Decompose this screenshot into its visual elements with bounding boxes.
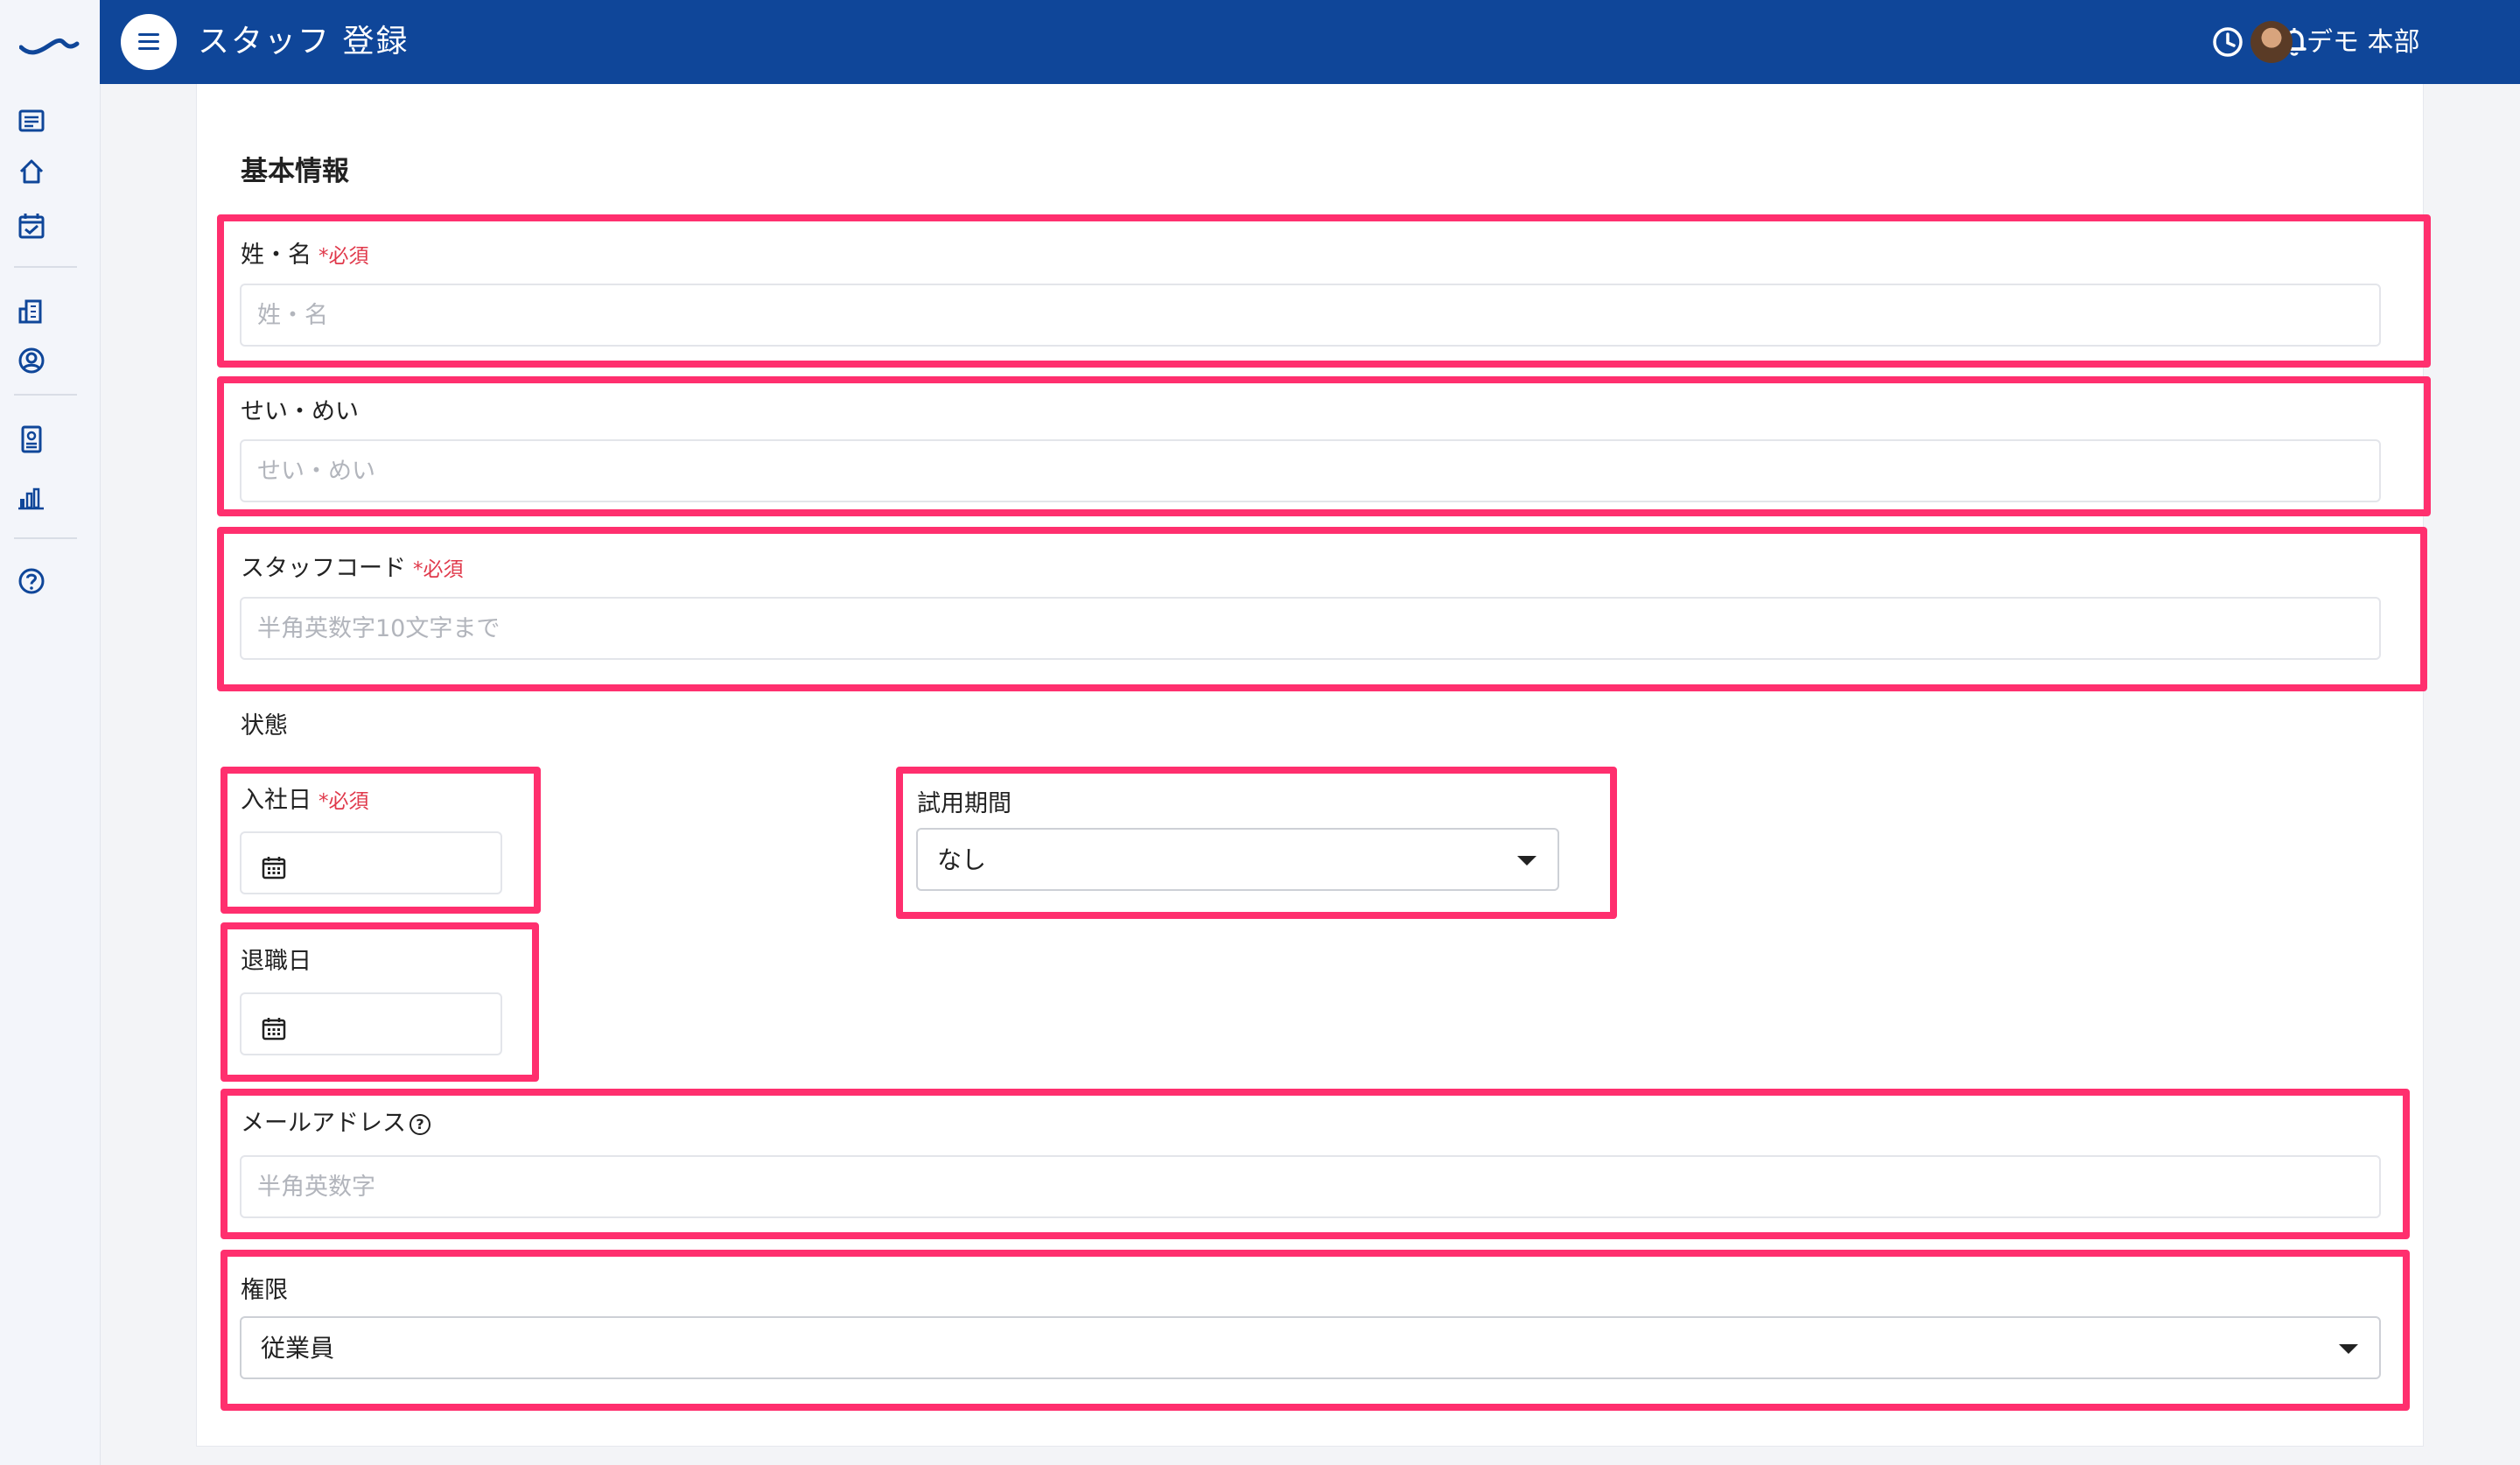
kana-field[interactable] — [240, 439, 2381, 502]
status-label: 状態 — [241, 712, 288, 740]
home-icon[interactable] — [14, 154, 49, 189]
sidebar-divider — [14, 266, 77, 268]
calendar-check-icon[interactable] — [14, 208, 49, 243]
calendar-icon — [262, 1018, 286, 1041]
email-label: メールアドレス? — [241, 1108, 430, 1139]
trial-period-label: 試用期間 — [917, 790, 1012, 817]
menu-button[interactable] — [121, 14, 177, 70]
staff-code-label: スタッフコード *必須 — [241, 555, 464, 582]
role-select[interactable]: 従業員 — [240, 1316, 2381, 1379]
sidebar — [0, 0, 101, 1465]
email-field[interactable] — [240, 1155, 2381, 1218]
top-bar: スタッフ 登録 デモ 本部 — [100, 0, 2520, 84]
hire-date-label: 入社日 *必須 — [241, 787, 369, 814]
calendar-icon — [262, 857, 286, 880]
avatar[interactable] — [2250, 21, 2292, 63]
role-label: 権限 — [241, 1277, 288, 1304]
name-label: 姓・名 *必須 — [241, 242, 369, 269]
id-badge-icon[interactable] — [14, 422, 49, 457]
bar-chart-icon[interactable] — [14, 480, 49, 515]
retire-date-label: 退職日 — [241, 948, 312, 975]
name-field[interactable] — [240, 284, 2381, 347]
required-mark: *必須 — [318, 245, 369, 268]
required-mark: *必須 — [318, 790, 369, 813]
sidebar-divider — [14, 394, 77, 396]
kana-input[interactable] — [257, 441, 2363, 501]
user-circle-icon[interactable] — [14, 343, 49, 378]
name-input[interactable] — [257, 285, 2363, 345]
caret-down-icon — [1517, 856, 1536, 866]
retire-date-field[interactable] — [240, 992, 502, 1055]
user-name[interactable]: デモ 本部 — [2306, 25, 2420, 60]
section-title: 基本情報 — [241, 156, 349, 187]
trial-period-value: なし — [937, 845, 987, 874]
staff-code-input[interactable] — [257, 599, 2363, 658]
required-mark: *必須 — [413, 558, 464, 581]
building-icon[interactable] — [14, 294, 49, 329]
hire-date-field[interactable] — [240, 831, 502, 894]
kana-label: せい・めい — [241, 398, 359, 425]
trial-period-select[interactable]: なし — [916, 828, 1559, 891]
caret-down-icon — [2339, 1344, 2358, 1354]
staff-code-field[interactable] — [240, 597, 2381, 660]
role-value: 従業員 — [261, 1334, 335, 1363]
help-icon[interactable]: ? — [410, 1113, 430, 1135]
sidebar-divider — [14, 537, 77, 539]
email-input[interactable] — [257, 1157, 2363, 1216]
page-title: スタッフ 登録 — [198, 24, 410, 60]
hamburger-icon — [138, 33, 159, 36]
brand-logo-icon[interactable] — [19, 26, 80, 61]
clock-icon[interactable] — [2208, 23, 2247, 61]
list-icon[interactable] — [14, 103, 49, 138]
help-icon[interactable] — [14, 564, 49, 599]
